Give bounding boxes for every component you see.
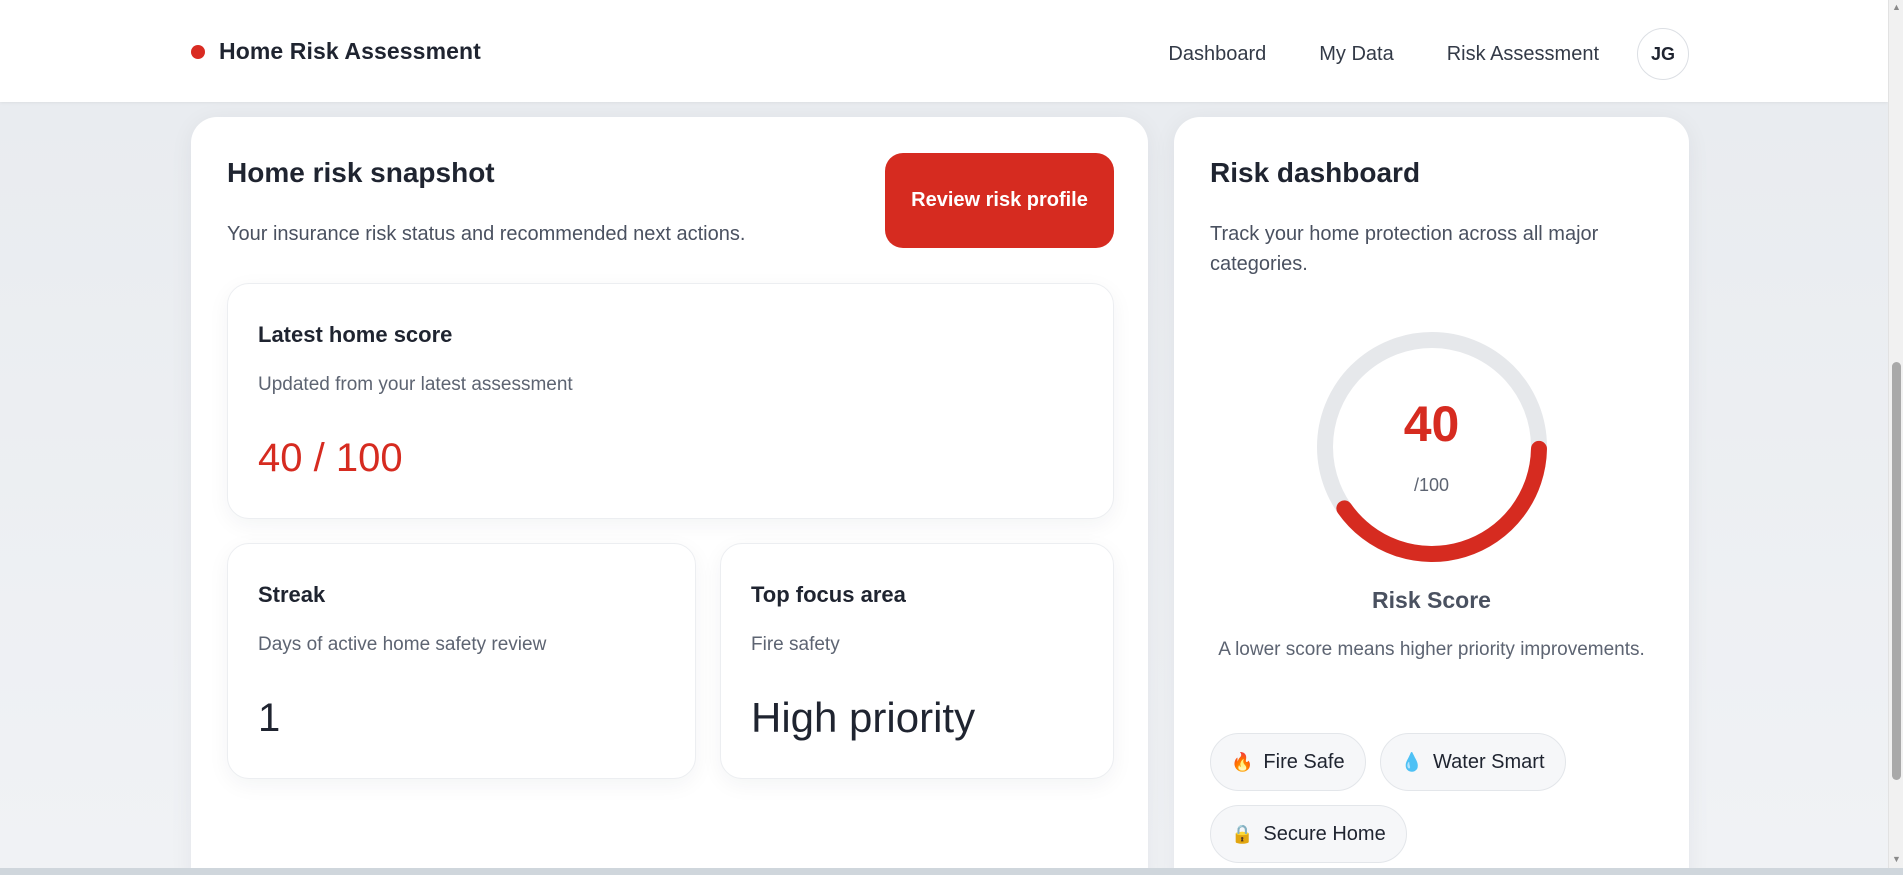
chip-fire-safe[interactable]: 🔥 Fire Safe [1210,733,1366,791]
nav-risk-assessment[interactable]: Risk Assessment [1447,31,1599,77]
nav-my-data[interactable]: My Data [1319,31,1393,77]
category-chips: 🔥 Fire Safe 💧 Water Smart 🔒 Secure Home [1210,733,1660,863]
chip-label: Fire Safe [1263,750,1345,773]
brand[interactable]: Home Risk Assessment [191,38,481,65]
risk-dashboard-card: Risk dashboard Track your home protectio… [1174,117,1689,868]
dashboard-subtitle: Track your home protection across all ma… [1210,223,1599,275]
dashboard-title: Risk dashboard [1210,157,1421,188]
page: Home Risk Assessment Dashboard My Data R… [0,0,1888,868]
score-card-value: 40 / 100 [258,436,403,480]
window-bottom-edge [0,868,1903,875]
streak-card: Streak Days of active home safety review… [227,543,696,779]
top-focus-area-card: Top focus area Fire safety High priority [720,543,1114,779]
snapshot-subtitle: Your insurance risk status and recommend… [227,223,746,245]
review-risk-profile-button[interactable]: Review risk profile [885,153,1114,248]
home-risk-snapshot-card: Home risk snapshot Your insurance risk s… [191,117,1148,868]
chip-water-smart[interactable]: 💧 Water Smart [1379,733,1566,791]
fire-icon: 🔥 [1231,751,1254,772]
chip-label: Secure Home [1263,822,1386,845]
brand-dot-icon [191,44,205,59]
gauge-score-value: 40 [1403,396,1460,452]
streak-card-value: 1 [258,696,281,740]
vertical-scrollbar[interactable]: ▲ ▼ [1888,0,1903,868]
chip-label: Water Smart [1433,750,1545,773]
main-nav: Dashboard My Data Risk Assessment JG [1168,28,1689,80]
avatar[interactable]: JG [1637,28,1689,80]
chip-secure-home[interactable]: 🔒 Secure Home [1210,805,1407,863]
gauge-score-max: /100 [1413,475,1450,495]
streak-card-subtitle: Days of active home safety review [258,634,547,655]
snapshot-title: Home risk snapshot [227,157,495,188]
scroll-down-arrow-icon[interactable]: ▼ [1889,852,1903,866]
scrollbar-thumb[interactable] [1892,362,1901,780]
water-drop-icon: 💧 [1400,751,1423,772]
focus-card-subtitle: Fire safety [751,634,840,655]
top-header: Home Risk Assessment Dashboard My Data R… [0,0,1888,102]
score-card-title: Latest home score [258,322,453,347]
score-card-subtitle: Updated from your latest assessment [258,374,573,395]
lock-icon: 🔒 [1231,823,1254,844]
latest-home-score-card: Latest home score Updated from your late… [227,283,1114,519]
gauge-progress-arc [1336,440,1547,562]
focus-card-title: Top focus area [751,582,906,607]
risk-score-label: Risk Score [1372,587,1491,613]
streak-card-title: Streak [258,582,326,607]
risk-score-note: A lower score means higher priority impr… [1218,639,1645,660]
scroll-up-arrow-icon[interactable]: ▲ [1889,0,1903,14]
brand-title: Home Risk Assessment [219,38,481,64]
nav-dashboard[interactable]: Dashboard [1168,31,1266,77]
focus-card-value: High priority [751,694,976,741]
